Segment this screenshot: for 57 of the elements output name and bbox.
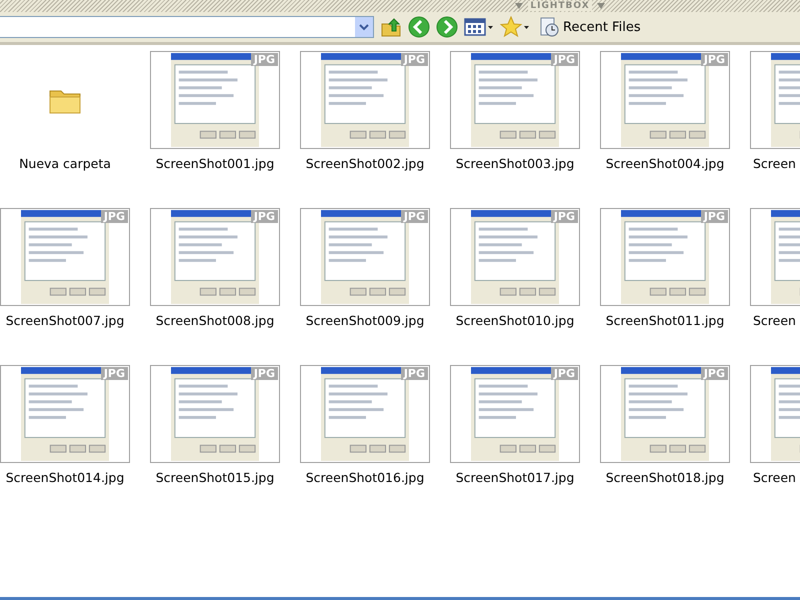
file-name: ScreenShot008.jpg (156, 312, 274, 329)
file-name: ScreenShot015.jpg (156, 469, 274, 486)
file-name: ScreenShot001.jpg (156, 155, 274, 172)
file-name: ScreenShot010.jpg (456, 312, 574, 329)
file-type-badge: JPG (250, 53, 278, 66)
image-thumbnail[interactable]: JPG (150, 208, 280, 306)
file-type-badge: JPG (400, 210, 428, 223)
file-name: ScreenShot014.jpg (6, 469, 124, 486)
image-thumbnail[interactable]: JPG (150, 51, 280, 149)
file-name: ScreenShot018.jpg (606, 469, 724, 486)
recent-files-button[interactable]: Recent Files (536, 16, 643, 38)
file-type-badge: JPG (550, 210, 578, 223)
caret-down-icon[interactable] (596, 2, 606, 10)
file-name: ScreenShot007.jpg (6, 312, 124, 329)
image-thumbnail[interactable]: JPG (0, 365, 130, 463)
clock-document-icon (538, 16, 560, 38)
file-name: ScreenShot004.jpg (606, 155, 724, 172)
folder-up-icon[interactable] (380, 16, 402, 38)
view-grid-icon[interactable] (464, 16, 494, 38)
file-name: ScreenShot009.jpg (306, 312, 424, 329)
file-type-badge: JPG (100, 210, 128, 223)
panel-title: LIGHTBOX (528, 1, 592, 11)
image-thumbnail[interactable]: JPG (450, 51, 580, 149)
image-thumbnail[interactable]: JPG (0, 208, 130, 306)
chevron-down-icon (359, 23, 369, 31)
image-thumbnail[interactable]: JPG (150, 365, 280, 463)
file-type-badge: JPG (400, 53, 428, 66)
file-type-badge: JPG (250, 367, 278, 380)
image-thumbnail[interactable]: JPG (600, 51, 730, 149)
file-type-badge: JPG (700, 210, 728, 223)
file-name: Screen (752, 469, 796, 486)
image-thumbnail[interactable]: JPG (600, 208, 730, 306)
file-type-badge: JPG (700, 53, 728, 66)
image-thumbnail[interactable]: JPG (600, 365, 730, 463)
image-thumbnail[interactable]: JPG (450, 365, 580, 463)
image-thumbnail[interactable]: JPG (300, 51, 430, 149)
file-name: ScreenShot017.jpg (456, 469, 574, 486)
image-thumbnail[interactable]: JPG (450, 208, 580, 306)
file-type-badge: JPG (250, 210, 278, 223)
file-name: Nueva carpeta (19, 155, 111, 172)
file-type-badge: JPG (100, 367, 128, 380)
star-icon[interactable] (500, 16, 530, 38)
file-name: ScreenShot016.jpg (306, 469, 424, 486)
file-name: Screen (752, 312, 796, 329)
file-type-badge: JPG (400, 367, 428, 380)
dropdown-button[interactable] (355, 17, 373, 37)
image-thumbnail[interactable]: JPG (300, 208, 430, 306)
file-name: ScreenShot011.jpg (606, 312, 724, 329)
file-name: ScreenShot002.jpg (306, 155, 424, 172)
file-name: ScreenShot003.jpg (456, 155, 574, 172)
file-type-badge: JPG (550, 53, 578, 66)
image-thumbnail[interactable]: JPG (300, 365, 430, 463)
caret-down-icon[interactable] (514, 2, 524, 10)
path-combo-field[interactable] (0, 16, 374, 38)
file-type-badge: JPG (700, 367, 728, 380)
file-name: Screen (752, 155, 796, 172)
file-type-badge: JPG (550, 367, 578, 380)
